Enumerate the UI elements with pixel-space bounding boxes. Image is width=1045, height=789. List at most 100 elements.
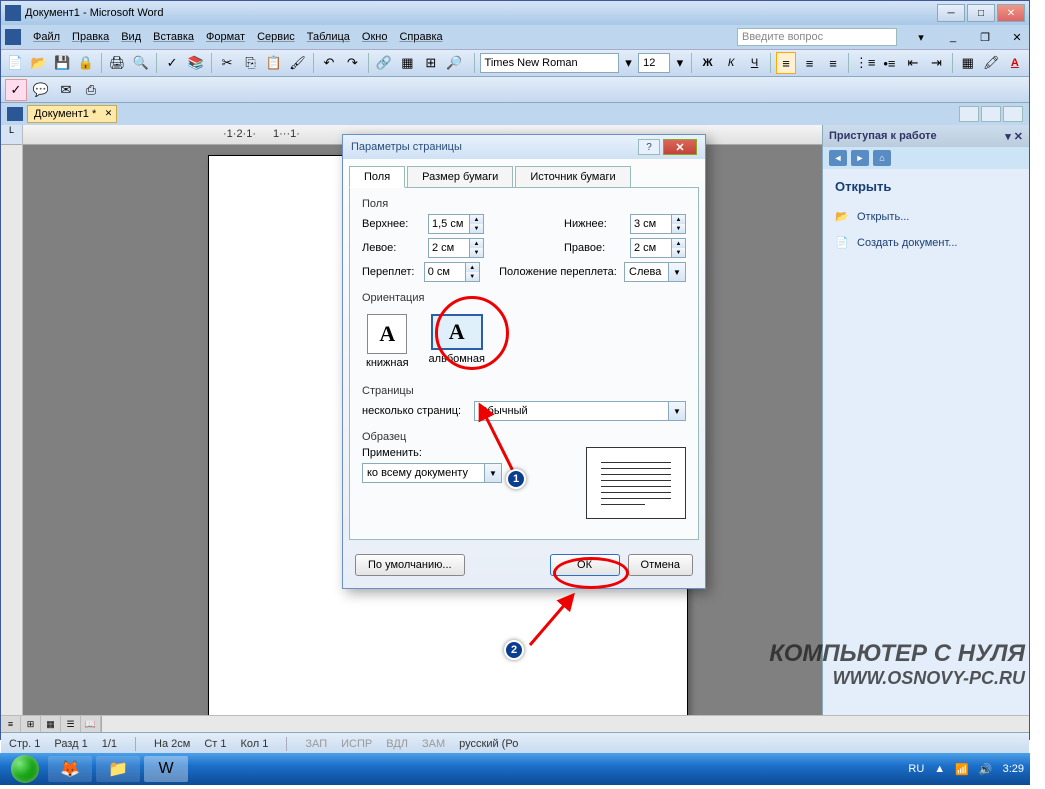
tables-borders-icon[interactable]: ▦ <box>397 52 418 74</box>
menu-insert[interactable]: Вставка <box>153 31 194 43</box>
taskbar-firefox-icon[interactable]: 🦊 <box>48 756 92 782</box>
taskbar-word-icon[interactable]: W <box>144 756 188 782</box>
bulleted-list-icon[interactable]: •≡ <box>879 52 900 74</box>
print-icon[interactable]: 🖨 <box>107 52 128 74</box>
menu-help[interactable]: Справка <box>399 31 442 43</box>
tray-network-icon[interactable]: 📶 <box>955 763 969 776</box>
minimize-button[interactable]: ─ <box>937 4 965 22</box>
maximize-button[interactable]: □ <box>967 4 995 22</box>
gutter-pos-combo[interactable]: Слева▼ <box>624 262 686 282</box>
bottom-margin-input[interactable]: ▲▼ <box>630 214 686 234</box>
undo-icon[interactable]: ↶ <box>319 52 340 74</box>
dialog-close-button[interactable]: ✕ <box>663 139 697 155</box>
close-inner-button[interactable]: ✕ <box>1009 30 1025 44</box>
zoom-icon[interactable]: 🔎 <box>444 52 465 74</box>
taskpane-open-link[interactable]: 📂 Открыть... <box>823 204 1029 230</box>
restore-inner-button[interactable]: ▾ <box>913 30 929 44</box>
font-name-combo[interactable]: Times New Roman <box>480 53 619 73</box>
font-color-icon[interactable]: A <box>1005 52 1026 74</box>
taskpane-dropdown-icon[interactable]: ▾ ✕ <box>1005 130 1023 143</box>
right-margin-input[interactable]: ▲▼ <box>630 238 686 258</box>
doc-tab[interactable]: Документ1 * ✕ <box>27 105 117 123</box>
insert-table-icon[interactable]: ⊞ <box>421 52 442 74</box>
tray-lang[interactable]: RU <box>908 763 924 775</box>
cancel-button[interactable]: Отмена <box>628 554 693 576</box>
taskbar-explorer-icon[interactable]: 📁 <box>96 756 140 782</box>
indent-less-icon[interactable]: ⇤ <box>903 52 924 74</box>
preview-icon[interactable]: 🔍 <box>130 52 151 74</box>
applyto-combo[interactable]: ко всему документу▼ <box>362 463 502 483</box>
menu-view[interactable]: Вид <box>121 31 141 43</box>
menu-table[interactable]: Таблица <box>307 31 350 43</box>
track-icon[interactable]: ⎙ <box>80 79 102 101</box>
new-doc-icon[interactable]: 📄 <box>5 52 26 74</box>
open-icon[interactable]: 📂 <box>29 52 50 74</box>
paste-icon[interactable]: 📋 <box>264 52 285 74</box>
copy-icon[interactable]: ⎘ <box>240 52 261 74</box>
taskpane-forward-icon[interactable]: ► <box>851 150 869 166</box>
tray-volume-icon[interactable]: 🔊 <box>979 763 993 776</box>
fontsize-dropdown-icon[interactable]: ▾ <box>673 52 686 74</box>
hyperlink-icon[interactable]: 🔗 <box>374 52 395 74</box>
permission-icon[interactable]: 🔒 <box>76 52 97 74</box>
web-view-icon[interactable]: ⊞ <box>21 716 41 732</box>
menu-edit[interactable]: Правка <box>72 31 109 43</box>
comment-icon[interactable]: 💬 <box>30 79 52 101</box>
orientation-portrait[interactable]: A книжная <box>366 314 409 369</box>
tab-nav-close-icon[interactable] <box>1003 106 1023 122</box>
status-ovr[interactable]: ЗАМ <box>422 738 445 750</box>
indent-more-icon[interactable]: ⇥ <box>926 52 947 74</box>
status-trk[interactable]: ИСПР <box>341 738 372 750</box>
spellcheck-icon[interactable]: ✓ <box>162 52 183 74</box>
fontname-dropdown-icon[interactable]: ▾ <box>622 52 635 74</box>
taskpane-back-icon[interactable]: ◄ <box>829 150 847 166</box>
normal-view-icon[interactable]: ≡ <box>1 716 21 732</box>
envelope-icon[interactable]: ✉ <box>55 79 77 101</box>
bold-icon[interactable]: Ж <box>697 52 718 74</box>
tray-time[interactable]: 3:29 <box>1003 763 1024 775</box>
status-lang[interactable]: русский (Ро <box>459 738 518 750</box>
italic-icon[interactable]: К <box>721 52 742 74</box>
print-view-icon[interactable]: ▦ <box>41 716 61 732</box>
status-rec[interactable]: ЗАП <box>305 738 327 750</box>
accept-icon[interactable]: ✓ <box>5 79 27 101</box>
close-button[interactable]: ✕ <box>997 4 1025 22</box>
start-button[interactable] <box>6 753 44 785</box>
status-ext[interactable]: ВДЛ <box>386 738 408 750</box>
menu-service[interactable]: Сервис <box>257 31 295 43</box>
align-right-icon[interactable]: ≡ <box>823 52 844 74</box>
restore2-button[interactable]: ❐ <box>977 30 993 44</box>
tab-nav-right-icon[interactable] <box>981 106 1001 122</box>
left-margin-input[interactable]: ▲▼ <box>428 238 484 258</box>
doc-tab-close-icon[interactable]: ✕ <box>105 108 113 119</box>
font-size-combo[interactable]: 12 <box>638 53 670 73</box>
min-inner-button[interactable]: _ <box>945 30 961 44</box>
align-center-icon[interactable]: ≡ <box>799 52 820 74</box>
menu-format[interactable]: Формат <box>206 31 245 43</box>
tab-nav-left-icon[interactable] <box>959 106 979 122</box>
gutter-input[interactable]: ▲▼ <box>424 262 480 282</box>
menu-file[interactable]: Файл <box>33 31 60 43</box>
borders-icon[interactable]: ▦ <box>958 52 979 74</box>
orientation-landscape[interactable]: A альбомная <box>429 314 485 369</box>
align-left-icon[interactable]: ≡ <box>776 52 797 74</box>
dialog-help-button[interactable]: ? <box>638 139 660 155</box>
save-icon[interactable]: 💾 <box>52 52 73 74</box>
default-button[interactable]: По умолчанию... <box>355 554 465 576</box>
vertical-ruler[interactable]: L <box>1 125 23 715</box>
underline-icon[interactable]: Ч <box>744 52 765 74</box>
top-margin-input[interactable]: ▲▼ <box>428 214 484 234</box>
ok-button[interactable]: ОК <box>550 554 620 576</box>
tab-paper[interactable]: Размер бумаги <box>407 166 513 188</box>
menu-window[interactable]: Окно <box>362 31 388 43</box>
multipage-combo[interactable]: Обычный▼ <box>474 401 686 421</box>
tab-margins[interactable]: Поля <box>349 166 405 188</box>
redo-icon[interactable]: ↷ <box>342 52 363 74</box>
outline-view-icon[interactable]: ☰ <box>61 716 81 732</box>
cut-icon[interactable]: ✂ <box>217 52 238 74</box>
taskpane-home-icon[interactable]: ⌂ <box>873 150 891 166</box>
highlight-icon[interactable]: 🖍 <box>981 52 1002 74</box>
taskpane-create-link[interactable]: 📄 Создать документ... <box>823 230 1029 256</box>
research-icon[interactable]: 📚 <box>185 52 206 74</box>
tab-source[interactable]: Источник бумаги <box>515 166 630 188</box>
